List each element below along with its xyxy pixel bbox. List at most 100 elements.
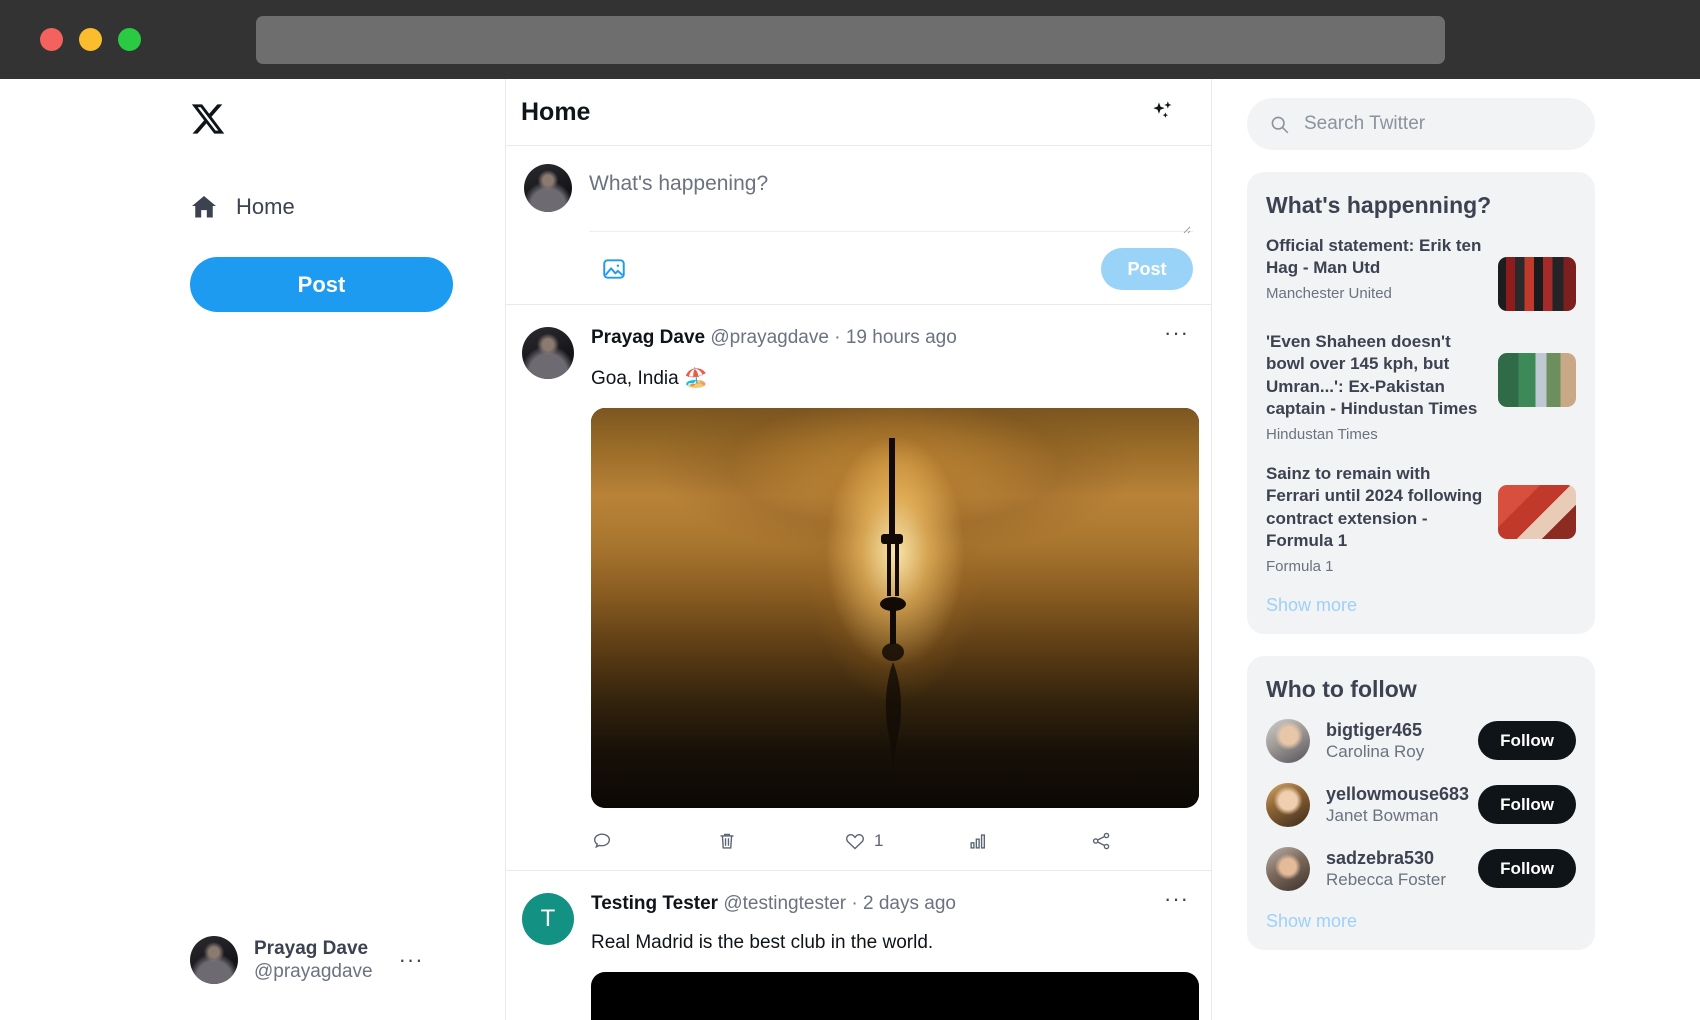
post-button[interactable]: Post xyxy=(190,257,453,312)
post-header: Prayag Dave @prayagdave · 19 hours ago ·… xyxy=(591,322,1195,350)
minimize-window-button[interactable] xyxy=(79,28,102,51)
post-meta: Testing Tester @testingtester · 2 days a… xyxy=(591,893,956,916)
analytics-bars-icon xyxy=(970,834,986,849)
post: Prayag Dave @prayagdave · 19 hours ago ·… xyxy=(506,305,1211,871)
follow-button[interactable]: Follow xyxy=(1478,721,1576,760)
like-button[interactable]: 1 xyxy=(844,830,967,852)
account-handle: @prayagdave xyxy=(254,961,373,982)
home-icon xyxy=(192,196,216,218)
post-meta-separator: · xyxy=(851,892,858,914)
follow-username: bigtiger465 xyxy=(1326,719,1423,740)
trend-thumbnail xyxy=(1498,484,1576,539)
compose-box: Post xyxy=(506,146,1211,305)
trend-item[interactable]: 'Even Shaheen doesn't bowl over 145 kph,… xyxy=(1266,331,1576,443)
trend-text: Official statement: Erik ten Hag - Man U… xyxy=(1266,235,1484,302)
follow-realname: Carolina Roy xyxy=(1326,742,1425,762)
share-icon xyxy=(1092,832,1110,850)
follow-names: bigtiger465 Carolina Roy xyxy=(1326,719,1462,763)
post-media-image[interactable] xyxy=(591,971,1199,1020)
follow-button[interactable]: Follow xyxy=(1478,785,1576,824)
follow-realname: Janet Bowman xyxy=(1326,806,1439,826)
follow-username: yellowmouse683 xyxy=(1326,783,1470,804)
sidebar-item-label-home: Home xyxy=(236,194,295,219)
whats-happening-title: What's happenning? xyxy=(1266,192,1492,218)
search-input[interactable] xyxy=(1304,113,1573,135)
delete-button[interactable] xyxy=(716,830,844,852)
post-text: Real Madrid is the best club in the worl… xyxy=(591,931,934,953)
follow-suggestion-row[interactable]: bigtiger465 Carolina Roy Follow xyxy=(1266,718,1576,763)
avatar[interactable] xyxy=(1266,782,1310,827)
follow-username: sadzebra530 xyxy=(1326,847,1435,868)
post-more-icon[interactable]: ··· xyxy=(1158,887,1195,909)
avatar[interactable] xyxy=(1266,846,1310,891)
like-count: 1 xyxy=(874,830,884,850)
post-author-handle[interactable]: @testingtester xyxy=(723,893,846,914)
image-icon[interactable] xyxy=(601,256,627,282)
trend-item[interactable]: Official statement: Erik ten Hag - Man U… xyxy=(1266,235,1576,311)
sparkles-icon[interactable] xyxy=(1149,99,1175,125)
post-action-bar: 1 xyxy=(591,824,1195,860)
trend-item[interactable]: Sainz to remain with Ferrari until 2024 … xyxy=(1266,463,1576,575)
post-author-name[interactable]: Testing Tester xyxy=(591,893,718,914)
post-body: Prayag Dave @prayagdave · 19 hours ago ·… xyxy=(591,322,1199,860)
follow-names: sadzebra530 Rebecca Foster xyxy=(1326,847,1462,891)
follow-names: yellowmouse683 Janet Bowman xyxy=(1326,783,1470,827)
page-title: Home xyxy=(521,97,591,126)
views-button[interactable] xyxy=(967,830,1090,852)
cyclist-silhouette xyxy=(880,437,906,768)
trend-text: Sainz to remain with Ferrari until 2024 … xyxy=(1266,463,1484,575)
compose-actions: Post xyxy=(589,232,1193,290)
feed-header: Home xyxy=(506,79,1211,146)
trend-thumbnail xyxy=(1498,353,1576,407)
trend-source: Hindustan Times xyxy=(1266,425,1378,443)
post-timestamp: 19 hours ago xyxy=(845,327,957,348)
post-header: Testing Tester @testingtester · 2 days a… xyxy=(591,887,1195,916)
heart-icon xyxy=(846,833,864,850)
post-author-handle[interactable]: @prayagdave xyxy=(710,327,829,348)
post-media-image[interactable] xyxy=(591,407,1199,808)
post: T Testing Tester @testingtester · 2 days… xyxy=(506,871,1211,1020)
trend-text: 'Even Shaheen doesn't bowl over 145 kph,… xyxy=(1266,331,1484,443)
follow-button[interactable]: Follow xyxy=(1478,849,1576,888)
search-icon xyxy=(1271,116,1289,133)
compose-right: Post xyxy=(589,164,1193,290)
avatar[interactable] xyxy=(1266,718,1310,763)
account-more-icon[interactable]: ··· xyxy=(399,949,424,971)
close-window-button[interactable] xyxy=(40,28,63,51)
post-author-name[interactable]: Prayag Dave xyxy=(591,327,705,348)
share-button[interactable] xyxy=(1090,830,1120,852)
trend-headline: Official statement: Erik ten Hag - Man U… xyxy=(1266,236,1482,278)
whats-happening-panel: What's happenning? Official statement: E… xyxy=(1247,172,1595,634)
trends-show-more-link[interactable]: Show more xyxy=(1266,595,1576,616)
feed-column: Home What's happening? Post Prayag Dave … xyxy=(505,79,1212,1020)
left-sidebar: Home Post Prayag Dave @prayagdave ··· xyxy=(68,79,505,1020)
reply-button[interactable] xyxy=(591,830,716,852)
compose-post-button[interactable]: Post xyxy=(1101,248,1193,290)
comment-icon xyxy=(593,833,611,848)
post-more-icon[interactable]: ··· xyxy=(1158,322,1195,344)
app-root: Home Post Prayag Dave @prayagdave ··· Ho… xyxy=(0,79,1700,1020)
compose-avatar xyxy=(524,164,572,212)
trend-source: Formula 1 xyxy=(1266,557,1334,575)
trend-headline: Sainz to remain with Ferrari until 2024 … xyxy=(1266,463,1483,551)
follow-suggestion-row[interactable]: yellowmouse683 Janet Bowman Follow xyxy=(1266,782,1576,827)
post-body: Testing Tester @testingtester · 2 days a… xyxy=(591,887,1199,1020)
post-avatar[interactable] xyxy=(522,327,574,379)
compose-textarea[interactable] xyxy=(589,164,1193,220)
search-box[interactable] xyxy=(1247,98,1595,150)
account-display-name: Prayag Dave xyxy=(254,937,369,959)
url-bar[interactable] xyxy=(256,16,1445,64)
sidebar-item-home[interactable]: Home xyxy=(190,183,315,231)
sidebar-nav: Home xyxy=(190,183,505,231)
x-logo-icon[interactable] xyxy=(190,101,226,137)
right-sidebar: What's happenning? Official statement: E… xyxy=(1212,79,1632,1020)
post-timestamp: 2 days ago xyxy=(863,892,956,914)
account-switcher[interactable]: Prayag Dave @prayagdave ··· xyxy=(190,936,424,984)
who-to-follow-show-more-link[interactable]: Show more xyxy=(1266,911,1576,932)
follow-suggestion-row[interactable]: sadzebra530 Rebecca Foster Follow xyxy=(1266,846,1576,891)
post-meta: Prayag Dave @prayagdave · 19 hours ago xyxy=(591,327,957,350)
post-avatar-initial[interactable]: T xyxy=(522,892,574,945)
maximize-window-button[interactable] xyxy=(118,28,141,51)
trend-thumbnail xyxy=(1498,257,1576,311)
post-text: Goa, India 🏖️ xyxy=(591,367,708,389)
